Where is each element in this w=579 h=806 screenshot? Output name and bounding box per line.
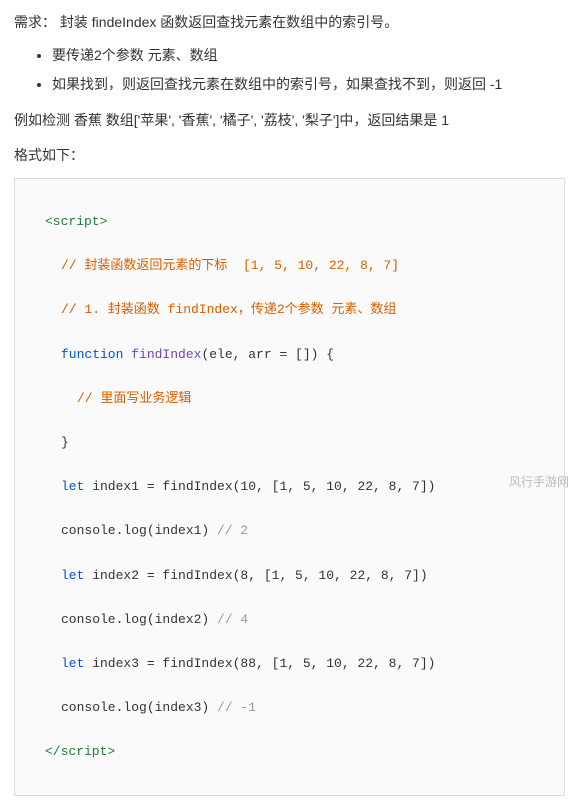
code-text: console.log(index2) [61, 612, 217, 627]
code-line: console.log(index3) // -1 [29, 697, 550, 719]
function-name: findIndex [123, 347, 201, 362]
code-text: console.log(index3) [61, 700, 217, 715]
code-comment: // -1 [217, 700, 256, 715]
code-line: </script> [29, 741, 550, 763]
code-text: index1 = findIndex(10, [1, 5, 10, 22, 8,… [84, 479, 435, 494]
code-text: console.log(index1) [61, 523, 217, 538]
code-line: <script> [29, 211, 550, 233]
code-line: function findIndex(ele, arr = []) { [29, 344, 550, 366]
format-label: 格式如下： [14, 143, 565, 168]
code-line: console.log(index1) // 2 [29, 520, 550, 542]
code-line: let index3 = findIndex(88, [1, 5, 10, 22… [29, 653, 550, 675]
code-text: index3 = findIndex(88, [1, 5, 10, 22, 8,… [84, 656, 435, 671]
code-comment: // 里面写业务逻辑 [29, 388, 550, 410]
list-item: 要传递2个参数 元素、数组 [52, 43, 565, 68]
code-text: (ele, arr = []) { [201, 347, 334, 362]
code-comment: // 4 [217, 612, 248, 627]
keyword: let [61, 479, 84, 494]
code-comment: // 1. 封装函数 findIndex，传递2个参数 元素、数组 [29, 299, 550, 321]
requirement-list: 要传递2个参数 元素、数组 如果找到，则返回查找元素在数组中的索引号，如果查找不… [14, 43, 565, 97]
keyword: function [61, 347, 123, 362]
code-line: console.log(index2) // 4 [29, 609, 550, 631]
code-line: let index1 = findIndex(10, [1, 5, 10, 22… [29, 476, 550, 498]
watermark-text: 风行手游网 [509, 472, 569, 494]
code-comment: // 2 [217, 523, 248, 538]
code-line: let index2 = findIndex(8, [1, 5, 10, 22,… [29, 565, 550, 587]
example-text: 例如检测 香蕉 数组['苹果', '香蕉', '橘子', '荔枝', '梨子']… [14, 108, 565, 133]
code-text: index2 = findIndex(8, [1, 5, 10, 22, 8, … [84, 568, 427, 583]
code-block: <script> // 封装函数返回元素的下标 [1, 5, 10, 22, 8… [14, 178, 565, 797]
requirement-text: 需求： 封装 findeIndex 函数返回查找元素在数组中的索引号。 [14, 10, 565, 35]
list-item: 如果找到，则返回查找元素在数组中的索引号，如果查找不到，则返回 -1 [52, 72, 565, 97]
code-line: } [29, 432, 550, 454]
keyword: let [61, 568, 84, 583]
code-comment: // 封装函数返回元素的下标 [1, 5, 10, 22, 8, 7] [29, 255, 550, 277]
keyword: let [61, 656, 84, 671]
